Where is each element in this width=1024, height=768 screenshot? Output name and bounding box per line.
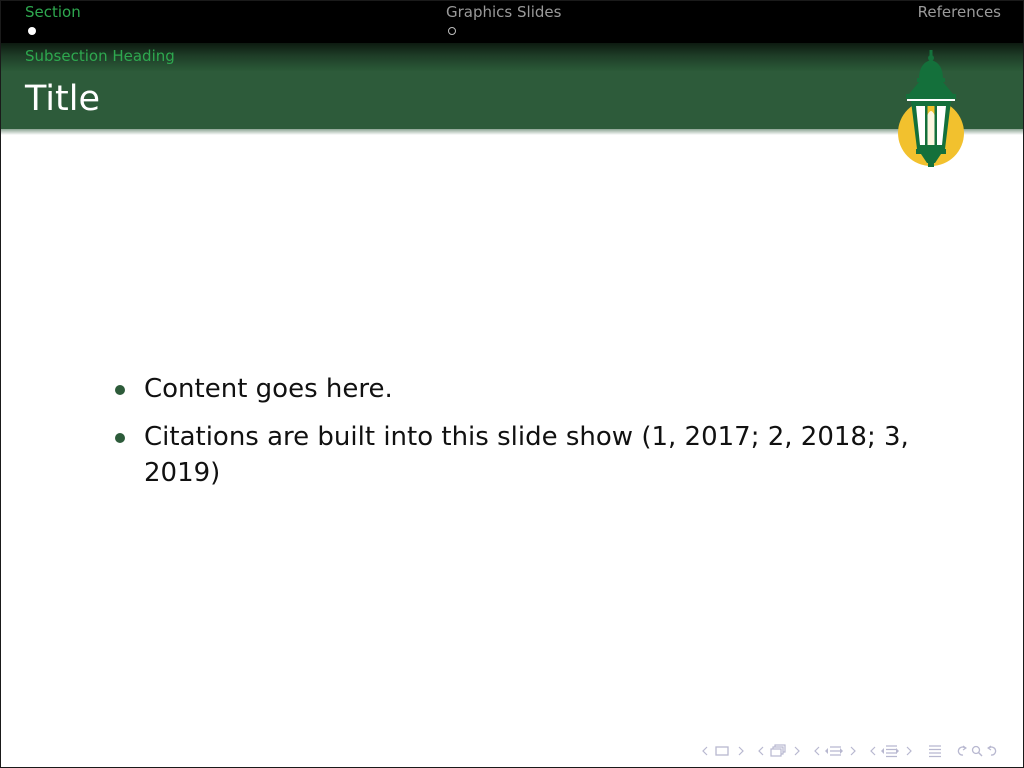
nav-section-link[interactable]: Section — [25, 3, 81, 21]
title-band: Title — [1, 71, 1023, 129]
bullet-list: Content goes here. Citations are built i… — [111, 371, 931, 491]
nav-section-slide-dot[interactable] — [28, 27, 36, 35]
appendix-nav-icon[interactable] — [925, 744, 945, 758]
slide-content: Content goes here. Citations are built i… — [111, 371, 931, 503]
presentation-nav-icon[interactable] — [869, 744, 915, 758]
section-navbar: Section Graphics Slides References — [1, 1, 1023, 43]
back-forward-search-icon[interactable] — [955, 744, 999, 758]
lantern-logo-icon — [895, 49, 967, 169]
slide-title: Title — [25, 79, 101, 119]
navigation-symbols — [691, 743, 999, 759]
bullet-icon — [115, 385, 125, 395]
subsection-heading: Subsection Heading — [25, 47, 175, 65]
nav-graphics-slides-link[interactable]: Graphics Slides — [446, 3, 561, 21]
nav-references-link[interactable]: References — [918, 3, 1001, 21]
nav-graphics-slide-dot[interactable] — [448, 27, 456, 35]
title-band-shadow — [1, 129, 1023, 135]
frame-nav-icon[interactable] — [701, 744, 747, 758]
bullet-item: Citations are built into this slide show… — [111, 419, 931, 491]
bullet-icon — [115, 433, 125, 443]
section-nav-icon[interactable] — [813, 744, 859, 758]
bullet-text: Citations are built into this slide show… — [144, 422, 909, 488]
subsection-band: Subsection Heading — [1, 43, 1023, 71]
slide: Section Graphics Slides References Subse… — [0, 0, 1024, 768]
subsection-nav-icon[interactable] — [757, 744, 803, 758]
bullet-item: Content goes here. — [111, 371, 931, 407]
bullet-text: Content goes here. — [144, 374, 393, 404]
